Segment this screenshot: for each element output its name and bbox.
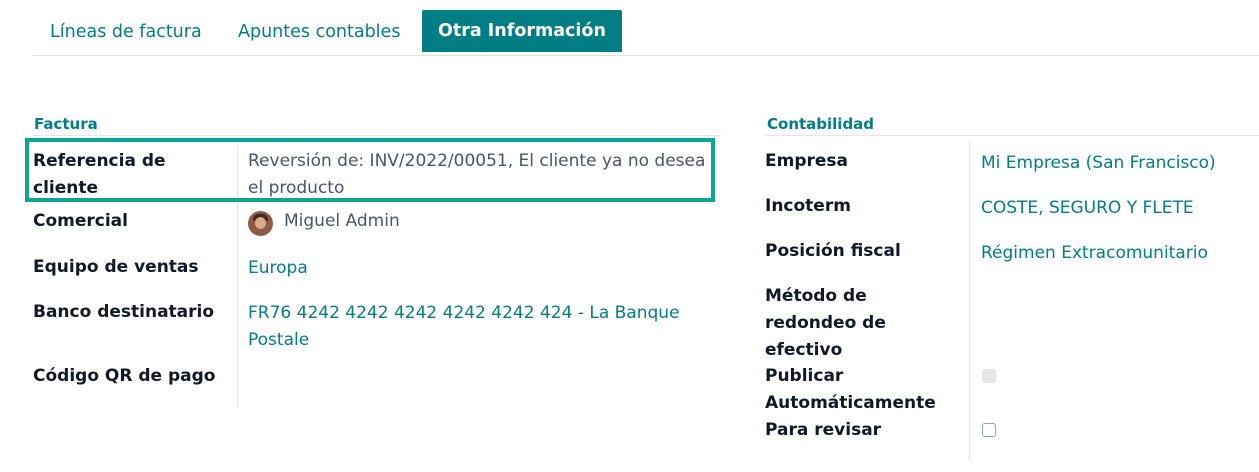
field-value-banco[interactable]: FR76 4242 4242 4242 4242 4242 424 - La B… [248,300,680,354]
avatar [248,211,273,236]
publicar-checkbox [982,369,996,383]
field-label-banco: Banco destinatario [33,302,215,322]
field-label-equipo-ventas: Equipo de ventas [33,257,199,277]
field-value-empresa[interactable]: Mi Empresa (San Francisco) [981,150,1216,177]
field-label-incoterm: Incoterm [765,196,851,216]
field-label-publicar: Publicar Automáticamente [765,366,936,413]
section-title-contabilidad: Contabilidad [767,115,875,133]
field-label-revisar: Para revisar [765,420,882,440]
field-value-comercial[interactable]: Miguel Admin [284,208,400,235]
field-label-qr: Código QR de pago [33,366,216,386]
revisar-checkbox[interactable] [982,423,996,437]
field-value-equipo-ventas[interactable]: Europa [248,255,308,282]
tab-apuntes-contables[interactable]: Apuntes contables [238,10,400,52]
section-divider [33,135,721,136]
highlight-box [25,138,715,202]
section-title-factura: Factura [34,115,98,133]
field-label-redondeo: Método de redondeo de efectivo [765,286,886,360]
field-value-incoterm[interactable]: COSTE, SEGURO Y FLETE [981,195,1194,222]
column-divider [969,142,970,462]
field-label-empresa: Empresa [765,151,848,171]
field-label-comercial: Comercial [33,211,128,231]
tab-otra-informacion[interactable]: Otra Información [422,10,622,52]
notebook-tabs: Líneas de factura Apuntes contables Otra… [33,10,1259,56]
tab-lineas-factura[interactable]: Líneas de factura [50,10,202,52]
field-value-posicion-fiscal[interactable]: Régimen Extracomunitario [981,240,1208,267]
section-divider [765,135,1259,136]
field-label-posicion-fiscal: Posición fiscal [765,241,901,261]
